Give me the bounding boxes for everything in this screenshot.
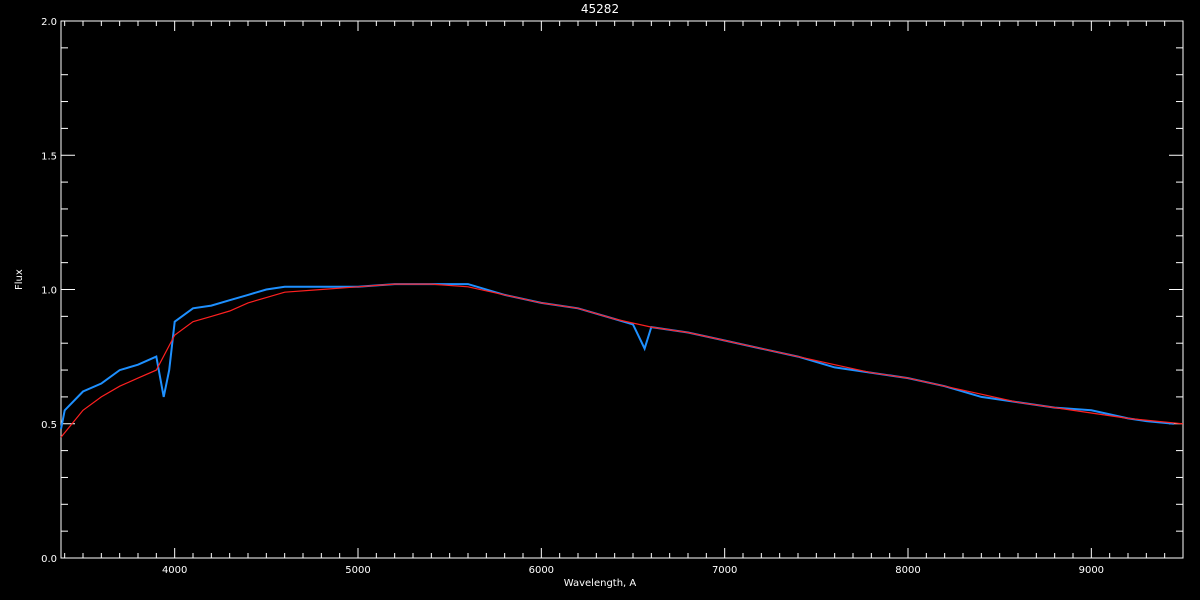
- plot-frame: [60, 20, 1184, 559]
- spectrum-chart: 4000 5000 6000 7000 8000 9000 0.0 0.5 1.0 1.5 2.0: [41, 17, 1184, 576]
- x-tick-label: 9000: [1079, 565, 1104, 576]
- y-tick-label: 2.0: [41, 17, 57, 28]
- x-tick-label: 4000: [162, 565, 187, 576]
- y-tick-label: 1.5: [41, 151, 57, 162]
- y-tick-label: 0.5: [41, 420, 57, 431]
- chart-title: 45282: [580, 2, 620, 16]
- x-axis-label: Wavelength, A: [563, 578, 637, 589]
- y-axis-label: Flux: [14, 269, 25, 290]
- x-tick-label: 7000: [712, 565, 737, 576]
- y-tick-label: 1.0: [41, 286, 57, 297]
- y-tick-label: 0.0: [41, 554, 57, 565]
- x-tick-label: 5000: [345, 565, 370, 576]
- x-tick-label: 8000: [895, 565, 920, 576]
- x-tick-label: 6000: [529, 565, 554, 576]
- series-observed-line: [60, 283, 1174, 430]
- series-model-line: [60, 283, 1184, 438]
